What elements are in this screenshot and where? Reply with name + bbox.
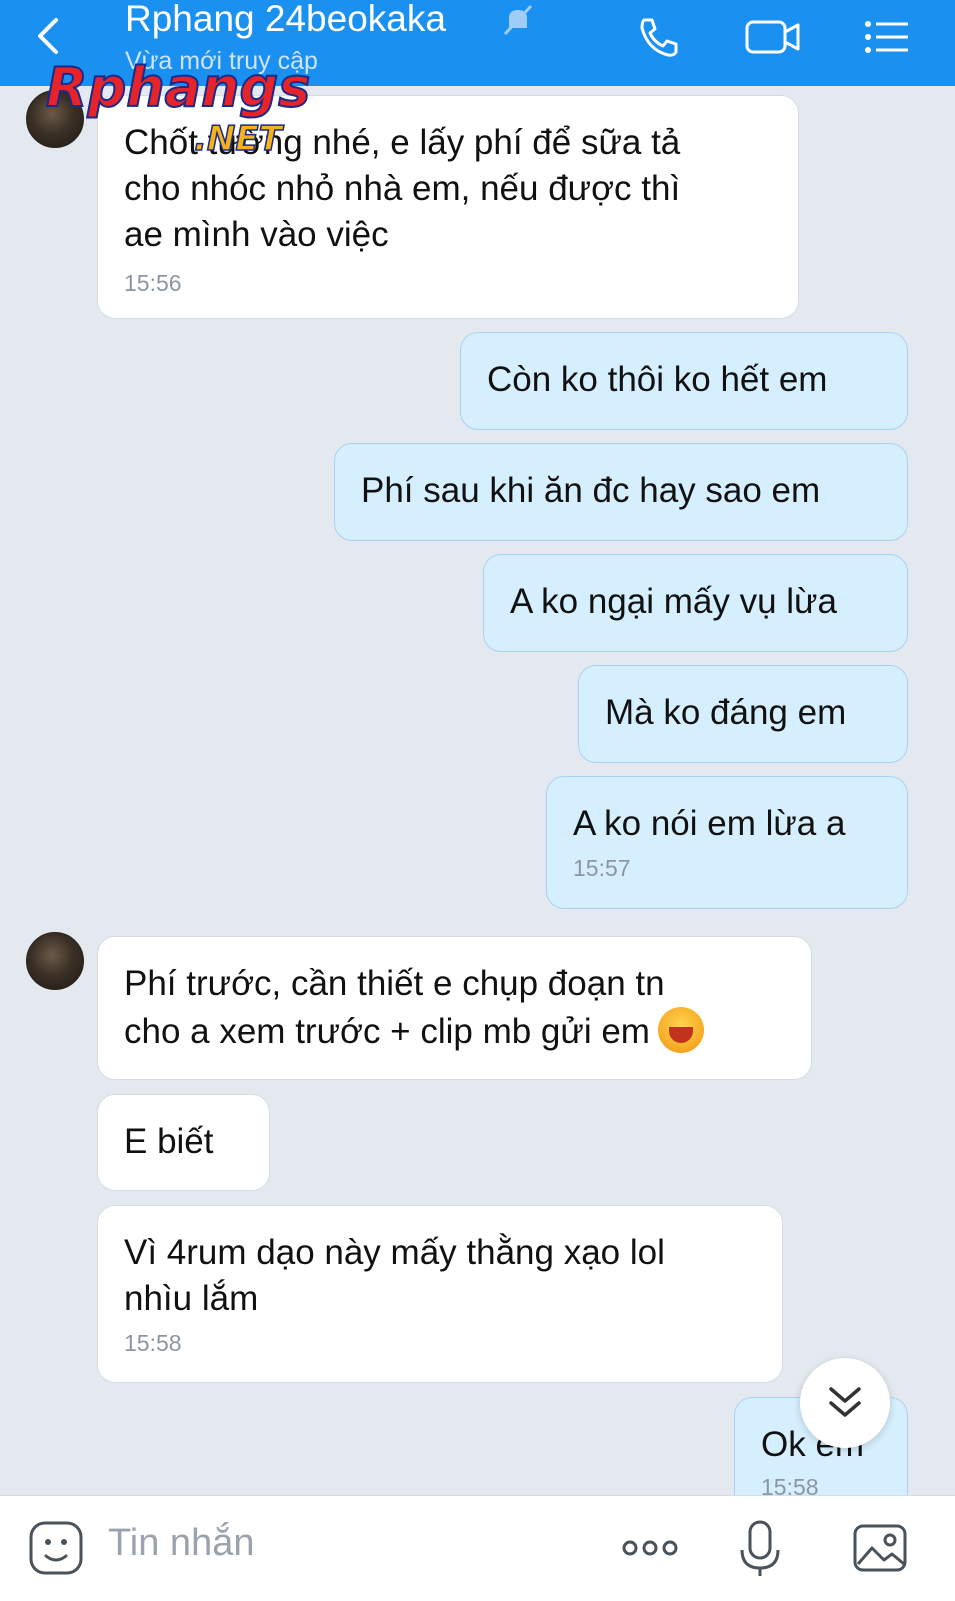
message-text: Phí sau khi ăn đc hay sao em	[361, 471, 821, 510]
contact-avatar[interactable]	[26, 932, 84, 990]
message-text: A ko nói em lừa a	[573, 804, 846, 843]
message-text: A ko ngại mấy vụ lừa	[510, 582, 837, 621]
muted-bell-icon	[503, 4, 533, 36]
contact-name[interactable]: Rphang 24beokaka	[125, 0, 446, 40]
microphone-icon[interactable]	[730, 1518, 790, 1578]
composer-bar: Tin nhắn	[0, 1495, 955, 1601]
phone-icon[interactable]	[634, 14, 684, 60]
message-time: 15:58	[124, 1330, 182, 1356]
message-time: 15:56	[124, 270, 182, 296]
message-text: Chốt tường nhé, e lấy phí để sữa tả cho …	[124, 123, 681, 254]
message-text: Mà ko đáng em	[605, 693, 847, 732]
chat-header: Rphang 24beokaka Vừa mới truy cập	[0, 0, 955, 86]
message-bubble-incoming[interactable]: Chốt tường nhé, e lấy phí để sữa tả cho …	[97, 95, 799, 319]
message-bubble-incoming[interactable]: E biết	[97, 1094, 270, 1191]
image-icon[interactable]	[850, 1518, 910, 1578]
sticker-icon[interactable]	[26, 1518, 86, 1578]
laughing-emoji-icon	[657, 1007, 704, 1053]
chevron-double-down-icon	[829, 1387, 861, 1417]
message-bubble-outgoing[interactable]: Còn ko thôi ko hết em	[460, 332, 908, 430]
more-icon[interactable]	[620, 1518, 680, 1578]
message-text: Phí trước, cần thiết e chụp đoạn tn cho …	[124, 961, 785, 1055]
message-bubble-outgoing[interactable]: A ko ngại mấy vụ lừa	[483, 554, 908, 652]
contact-avatar[interactable]	[26, 90, 84, 148]
scroll-to-bottom-button[interactable]	[800, 1358, 890, 1448]
message-time: 15:57	[573, 855, 631, 881]
menu-list-icon[interactable]	[862, 14, 912, 60]
message-bubble-outgoing[interactable]: Phí sau khi ăn đc hay sao em	[334, 443, 908, 541]
message-text: Vì 4rum dạo này mấy thằng xạo lol nhìu l…	[124, 1233, 665, 1318]
message-text: E biết	[124, 1122, 214, 1161]
message-bubble-outgoing[interactable]: A ko nói em lừa a 15:57	[546, 776, 908, 909]
message-text: Còn ko thôi ko hết em	[487, 360, 828, 399]
message-bubble-incoming[interactable]: Phí trước, cần thiết e chụp đoạn tn cho …	[97, 936, 812, 1080]
online-status: Vừa mới truy cập	[125, 47, 318, 75]
message-bubble-outgoing[interactable]: Mà ko đáng em	[578, 665, 908, 763]
message-bubble-incoming[interactable]: Vì 4rum dạo này mấy thằng xạo lol nhìu l…	[97, 1205, 783, 1383]
message-input[interactable]: Tin nhắn	[108, 1522, 254, 1565]
video-call-icon[interactable]	[744, 14, 802, 60]
back-icon[interactable]	[28, 12, 72, 60]
